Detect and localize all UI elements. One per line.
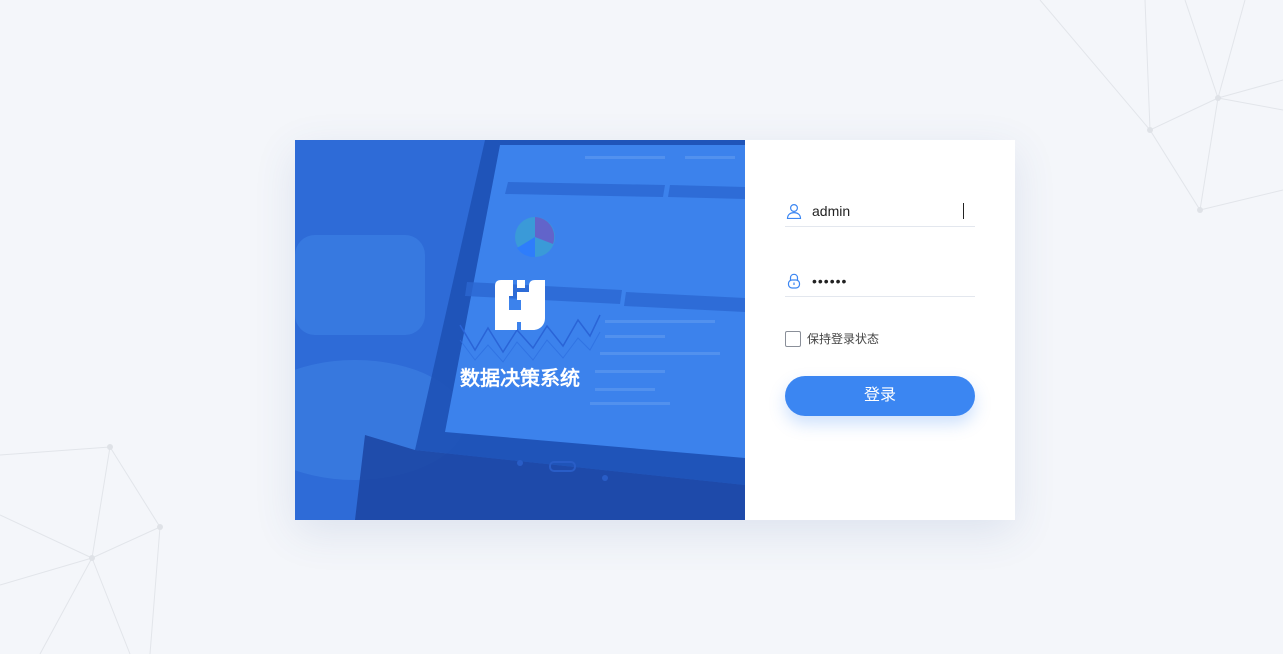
login-card: 数据决策系统 admin •••••• 保持登录状态 登录 xyxy=(295,140,1015,520)
username-input[interactable]: admin xyxy=(812,203,962,219)
text-cursor xyxy=(963,203,964,219)
login-button[interactable]: 登录 xyxy=(785,376,975,416)
brand-title: 数据决策系统 xyxy=(460,368,580,390)
brand-logo-icon xyxy=(495,280,545,330)
password-input[interactable]: •••••• xyxy=(812,273,962,289)
login-form: admin •••••• 保持登录状态 登录 xyxy=(745,140,1015,520)
lock-icon xyxy=(787,273,801,289)
remember-checkbox[interactable] xyxy=(785,330,801,347)
password-field[interactable]: •••••• xyxy=(785,266,975,297)
remember-label: 保持登录状态 xyxy=(807,332,880,346)
hero-panel: 数据决策系统 xyxy=(295,140,745,520)
user-icon xyxy=(786,203,802,219)
username-field[interactable]: admin xyxy=(785,196,975,227)
tablet-dashboard-illustration xyxy=(295,140,745,520)
remember-me[interactable]: 保持登录状态 xyxy=(785,330,879,347)
